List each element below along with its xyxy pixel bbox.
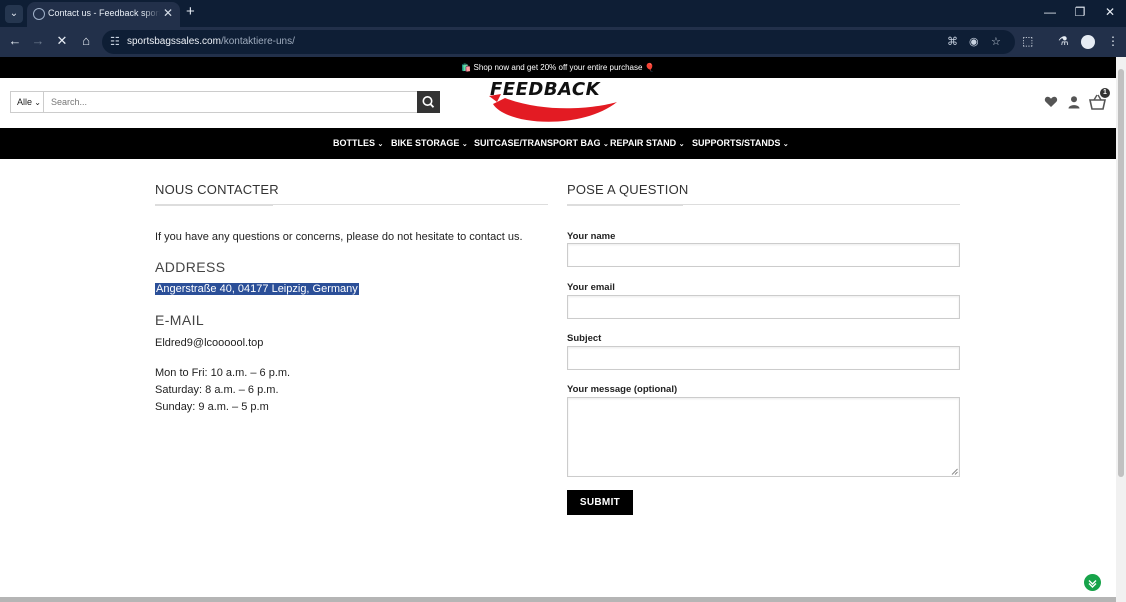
url-text[interactable]: sportsbagssales.com/kontaktiere-uns/ [127,36,295,47]
tab-title: Contact us - Feedback sports Sh [48,8,160,18]
message-textarea[interactable] [567,397,960,477]
account-user-icon[interactable] [1067,95,1081,114]
address-bar[interactable]: ☷ sportsbagssales.com/kontaktiere-uns/ ⌘… [102,30,1015,54]
window-close-icon[interactable]: ✕ [1100,5,1120,19]
nav-item-suitcase-transport-bag[interactable]: SUITCASE/TRANSPORT BAG ⌄ [474,138,609,148]
subject-field[interactable] [567,346,960,370]
eye-off-icon[interactable]: ◉ [969,35,979,48]
contact-intro: If you have any questions or concerns, p… [155,231,523,243]
submit-button[interactable]: SUBMIT [567,490,633,515]
tab-close-icon[interactable]: ✕ [163,6,173,20]
tab-search-chevron-icon[interactable]: ⌄ [5,5,23,23]
cart-basket-icon[interactable]: 1 [1089,88,1110,116]
minimize-icon[interactable]: — [1040,5,1060,19]
browser-tab-active[interactable]: Contact us - Feedback sports Sh ✕ [27,2,180,27]
profile-avatar-icon[interactable] [1081,35,1095,49]
search-category-select[interactable]: Alle ⌄ [10,91,44,113]
email-heading: E-MAIL [155,312,205,328]
search-button[interactable] [417,91,440,113]
site-header: Alle ⌄ FEEDBACK SPORTS 1 [0,78,1116,128]
wishlist-heart-icon[interactable] [1044,95,1058,114]
svg-text:FEEDBACK: FEEDBACK [490,79,602,100]
email-text: Eldred9@lcoooool.top [155,337,264,349]
forward-icon[interactable]: → [29,33,47,48]
home-icon[interactable]: ⌂ [77,33,95,48]
browser-menu-icon[interactable]: ⋮ [1107,34,1119,48]
hours-saturday: Saturday: 8 a.m. – 6 p.m. [155,384,279,396]
floating-action-icon[interactable] [1084,574,1101,591]
page-scrollbar[interactable] [1116,57,1126,602]
address-heading: ADDRESS [155,259,226,275]
hours-sunday: Sunday: 9 a.m. – 5 p.m [155,401,269,413]
loading-favicon-icon [33,8,45,20]
browser-tabbar: ⌄ Contact us - Feedback sports Sh ✕ + — … [0,0,1126,27]
name-field[interactable] [567,243,960,267]
stop-loading-icon[interactable]: ✕ [53,33,71,49]
promo-banner: 🛍️ Shop now and get 20% off your entire … [0,57,1116,78]
name-label: Your name [567,231,616,242]
nav-item-supports-stands[interactable]: SUPPORTS/STANDS ⌄ [692,138,789,148]
translate-icon[interactable]: ⌘ [947,35,958,48]
bookmark-star-icon[interactable]: ☆ [991,35,1001,48]
message-label: Your message (optional) [567,384,678,395]
hours-weekdays: Mon to Fri: 10 a.m. – 6 p.m. [155,367,291,379]
new-tab-icon[interactable]: + [186,3,195,20]
form-title: POSE A QUESTION [567,182,689,197]
svg-text:SPORTS: SPORTS [549,99,589,109]
resize-handle-icon[interactable] [951,468,958,475]
cart-count-badge: 1 [1100,88,1110,98]
horizontal-scrollbar[interactable] [0,597,1116,602]
form-title-accent [567,204,683,206]
main-navigation: BOTTLES ⌄ BIKE STORAGE ⌄ SUITCASE/TRANSP… [0,128,1116,159]
email-label: Your email [567,282,615,293]
nav-item-bike-storage[interactable]: BIKE STORAGE ⌄ [391,138,468,148]
nav-item-repair-stand[interactable]: REPAIR STAND ⌄ [610,138,685,148]
email-field[interactable] [567,295,960,319]
browser-toolbar: ← → ✕ ⌂ ☷ sportsbagssales.com/kontaktier… [0,27,1126,57]
scrollbar-thumb[interactable] [1118,69,1124,477]
site-info-icon[interactable]: ☷ [110,35,120,48]
address-text: Angerstraße 40, 04177 Leipzig, Germany [155,283,359,295]
contact-title: NOUS CONTACTER [155,182,279,197]
labs-flask-icon[interactable]: ⚗ [1058,34,1069,48]
subject-label: Subject [567,333,602,344]
extensions-icon[interactable]: ⬚ [1022,34,1033,48]
nav-item-bottles[interactable]: BOTTLES ⌄ [333,138,383,148]
contact-title-accent [155,204,273,206]
feedback-sports-logo[interactable]: FEEDBACK SPORTS [487,78,622,128]
restore-icon[interactable]: ❐ [1070,5,1090,19]
back-icon[interactable]: ← [6,33,24,48]
search-input[interactable] [44,91,418,113]
search-icon [422,96,435,108]
